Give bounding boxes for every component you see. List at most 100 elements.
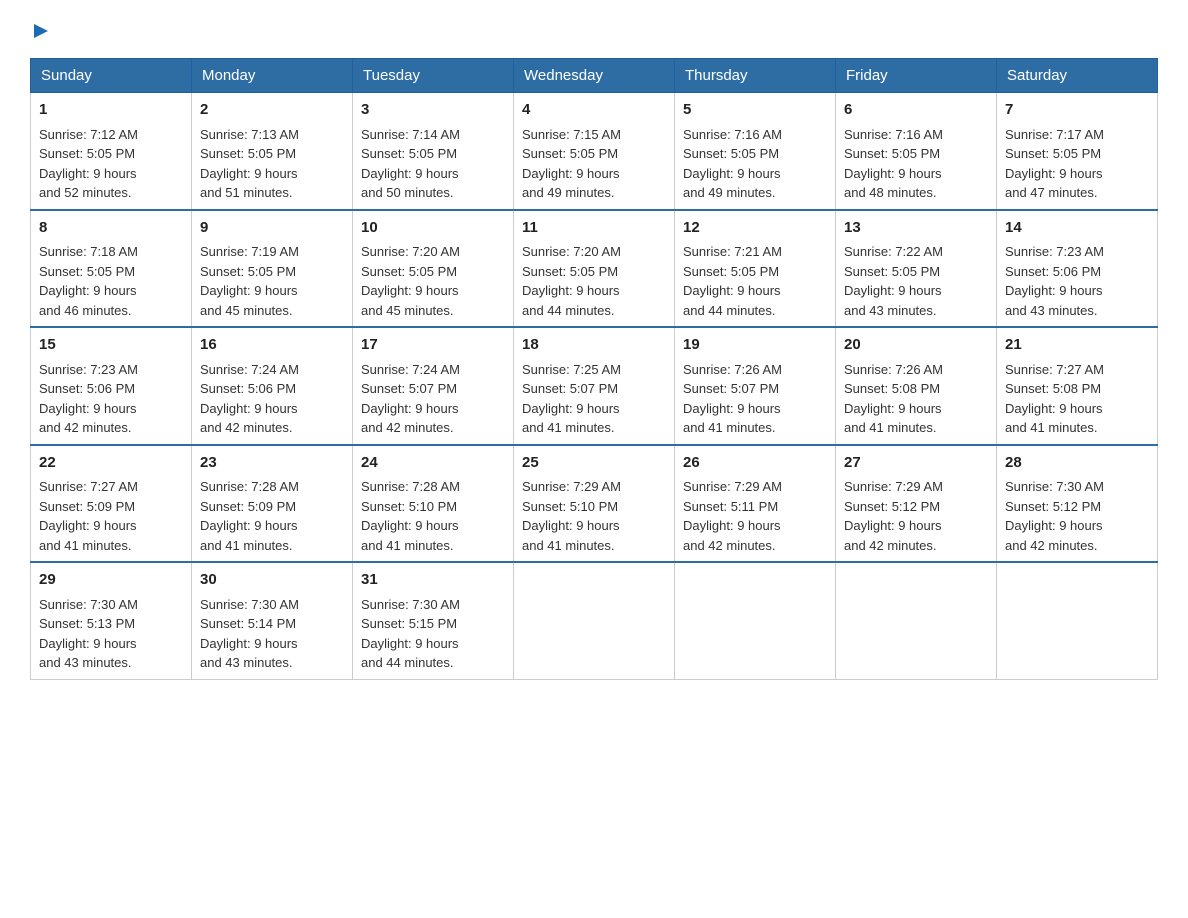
day-number: 6	[844, 99, 988, 122]
day-number: 30	[200, 569, 344, 592]
calendar-cell	[836, 562, 997, 679]
day-info: Sunrise: 7:24 AMSunset: 5:07 PMDaylight:…	[361, 362, 460, 436]
calendar-cell: 24 Sunrise: 7:28 AMSunset: 5:10 PMDaylig…	[353, 445, 514, 563]
day-number: 21	[1005, 334, 1149, 357]
day-info: Sunrise: 7:22 AMSunset: 5:05 PMDaylight:…	[844, 244, 943, 318]
calendar-cell: 28 Sunrise: 7:30 AMSunset: 5:12 PMDaylig…	[997, 445, 1158, 563]
day-number: 16	[200, 334, 344, 357]
calendar-cell	[997, 562, 1158, 679]
day-number: 15	[39, 334, 183, 357]
calendar-week-row: 22 Sunrise: 7:27 AMSunset: 5:09 PMDaylig…	[31, 445, 1158, 563]
day-number: 17	[361, 334, 505, 357]
logo-triangle-icon	[32, 22, 50, 40]
day-number: 12	[683, 217, 827, 240]
day-number: 14	[1005, 217, 1149, 240]
day-number: 23	[200, 452, 344, 475]
calendar-cell: 21 Sunrise: 7:27 AMSunset: 5:08 PMDaylig…	[997, 327, 1158, 445]
header	[30, 20, 1158, 40]
calendar-cell: 20 Sunrise: 7:26 AMSunset: 5:08 PMDaylig…	[836, 327, 997, 445]
calendar-cell: 31 Sunrise: 7:30 AMSunset: 5:15 PMDaylig…	[353, 562, 514, 679]
day-info: Sunrise: 7:16 AMSunset: 5:05 PMDaylight:…	[683, 127, 782, 201]
day-info: Sunrise: 7:26 AMSunset: 5:07 PMDaylight:…	[683, 362, 782, 436]
day-number: 13	[844, 217, 988, 240]
day-info: Sunrise: 7:23 AMSunset: 5:06 PMDaylight:…	[1005, 244, 1104, 318]
day-info: Sunrise: 7:25 AMSunset: 5:07 PMDaylight:…	[522, 362, 621, 436]
day-info: Sunrise: 7:12 AMSunset: 5:05 PMDaylight:…	[39, 127, 138, 201]
day-number: 29	[39, 569, 183, 592]
day-number: 3	[361, 99, 505, 122]
calendar-cell	[675, 562, 836, 679]
day-info: Sunrise: 7:30 AMSunset: 5:14 PMDaylight:…	[200, 597, 299, 671]
day-number: 26	[683, 452, 827, 475]
calendar-cell: 1 Sunrise: 7:12 AMSunset: 5:05 PMDayligh…	[31, 93, 192, 210]
day-info: Sunrise: 7:13 AMSunset: 5:05 PMDaylight:…	[200, 127, 299, 201]
day-info: Sunrise: 7:30 AMSunset: 5:15 PMDaylight:…	[361, 597, 460, 671]
calendar-cell: 17 Sunrise: 7:24 AMSunset: 5:07 PMDaylig…	[353, 327, 514, 445]
day-number: 7	[1005, 99, 1149, 122]
calendar-cell: 18 Sunrise: 7:25 AMSunset: 5:07 PMDaylig…	[514, 327, 675, 445]
calendar-cell: 26 Sunrise: 7:29 AMSunset: 5:11 PMDaylig…	[675, 445, 836, 563]
day-number: 10	[361, 217, 505, 240]
day-number: 27	[844, 452, 988, 475]
calendar-header-tuesday: Tuesday	[353, 59, 514, 93]
calendar-cell: 16 Sunrise: 7:24 AMSunset: 5:06 PMDaylig…	[192, 327, 353, 445]
calendar-header-saturday: Saturday	[997, 59, 1158, 93]
day-info: Sunrise: 7:16 AMSunset: 5:05 PMDaylight:…	[844, 127, 943, 201]
calendar-cell: 2 Sunrise: 7:13 AMSunset: 5:05 PMDayligh…	[192, 93, 353, 210]
day-info: Sunrise: 7:30 AMSunset: 5:13 PMDaylight:…	[39, 597, 138, 671]
calendar-cell: 29 Sunrise: 7:30 AMSunset: 5:13 PMDaylig…	[31, 562, 192, 679]
day-number: 18	[522, 334, 666, 357]
day-number: 8	[39, 217, 183, 240]
day-number: 2	[200, 99, 344, 122]
day-number: 5	[683, 99, 827, 122]
calendar-cell: 25 Sunrise: 7:29 AMSunset: 5:10 PMDaylig…	[514, 445, 675, 563]
day-number: 24	[361, 452, 505, 475]
day-info: Sunrise: 7:21 AMSunset: 5:05 PMDaylight:…	[683, 244, 782, 318]
day-info: Sunrise: 7:14 AMSunset: 5:05 PMDaylight:…	[361, 127, 460, 201]
day-info: Sunrise: 7:29 AMSunset: 5:11 PMDaylight:…	[683, 479, 782, 553]
calendar-cell: 10 Sunrise: 7:20 AMSunset: 5:05 PMDaylig…	[353, 210, 514, 328]
calendar-week-row: 1 Sunrise: 7:12 AMSunset: 5:05 PMDayligh…	[31, 93, 1158, 210]
day-info: Sunrise: 7:27 AMSunset: 5:08 PMDaylight:…	[1005, 362, 1104, 436]
day-info: Sunrise: 7:27 AMSunset: 5:09 PMDaylight:…	[39, 479, 138, 553]
calendar-header-wednesday: Wednesday	[514, 59, 675, 93]
day-number: 19	[683, 334, 827, 357]
day-number: 31	[361, 569, 505, 592]
day-number: 1	[39, 99, 183, 122]
day-info: Sunrise: 7:23 AMSunset: 5:06 PMDaylight:…	[39, 362, 138, 436]
day-info: Sunrise: 7:18 AMSunset: 5:05 PMDaylight:…	[39, 244, 138, 318]
calendar-cell: 6 Sunrise: 7:16 AMSunset: 5:05 PMDayligh…	[836, 93, 997, 210]
calendar-cell: 11 Sunrise: 7:20 AMSunset: 5:05 PMDaylig…	[514, 210, 675, 328]
logo	[30, 20, 50, 40]
day-number: 25	[522, 452, 666, 475]
calendar-header-thursday: Thursday	[675, 59, 836, 93]
day-info: Sunrise: 7:30 AMSunset: 5:12 PMDaylight:…	[1005, 479, 1104, 553]
calendar-week-row: 8 Sunrise: 7:18 AMSunset: 5:05 PMDayligh…	[31, 210, 1158, 328]
day-number: 9	[200, 217, 344, 240]
calendar-cell: 23 Sunrise: 7:28 AMSunset: 5:09 PMDaylig…	[192, 445, 353, 563]
day-info: Sunrise: 7:19 AMSunset: 5:05 PMDaylight:…	[200, 244, 299, 318]
calendar-table: SundayMondayTuesdayWednesdayThursdayFrid…	[30, 58, 1158, 680]
calendar-week-row: 15 Sunrise: 7:23 AMSunset: 5:06 PMDaylig…	[31, 327, 1158, 445]
day-info: Sunrise: 7:15 AMSunset: 5:05 PMDaylight:…	[522, 127, 621, 201]
calendar-cell: 27 Sunrise: 7:29 AMSunset: 5:12 PMDaylig…	[836, 445, 997, 563]
calendar-week-row: 29 Sunrise: 7:30 AMSunset: 5:13 PMDaylig…	[31, 562, 1158, 679]
day-info: Sunrise: 7:29 AMSunset: 5:12 PMDaylight:…	[844, 479, 943, 553]
calendar-cell: 13 Sunrise: 7:22 AMSunset: 5:05 PMDaylig…	[836, 210, 997, 328]
calendar-cell: 15 Sunrise: 7:23 AMSunset: 5:06 PMDaylig…	[31, 327, 192, 445]
calendar-header-sunday: Sunday	[31, 59, 192, 93]
day-number: 22	[39, 452, 183, 475]
calendar-header-friday: Friday	[836, 59, 997, 93]
calendar-cell: 8 Sunrise: 7:18 AMSunset: 5:05 PMDayligh…	[31, 210, 192, 328]
day-number: 4	[522, 99, 666, 122]
day-info: Sunrise: 7:28 AMSunset: 5:09 PMDaylight:…	[200, 479, 299, 553]
day-number: 11	[522, 217, 666, 240]
day-info: Sunrise: 7:24 AMSunset: 5:06 PMDaylight:…	[200, 362, 299, 436]
calendar-cell: 5 Sunrise: 7:16 AMSunset: 5:05 PMDayligh…	[675, 93, 836, 210]
day-info: Sunrise: 7:26 AMSunset: 5:08 PMDaylight:…	[844, 362, 943, 436]
calendar-cell: 14 Sunrise: 7:23 AMSunset: 5:06 PMDaylig…	[997, 210, 1158, 328]
day-info: Sunrise: 7:20 AMSunset: 5:05 PMDaylight:…	[361, 244, 460, 318]
day-info: Sunrise: 7:28 AMSunset: 5:10 PMDaylight:…	[361, 479, 460, 553]
calendar-cell: 30 Sunrise: 7:30 AMSunset: 5:14 PMDaylig…	[192, 562, 353, 679]
day-info: Sunrise: 7:20 AMSunset: 5:05 PMDaylight:…	[522, 244, 621, 318]
